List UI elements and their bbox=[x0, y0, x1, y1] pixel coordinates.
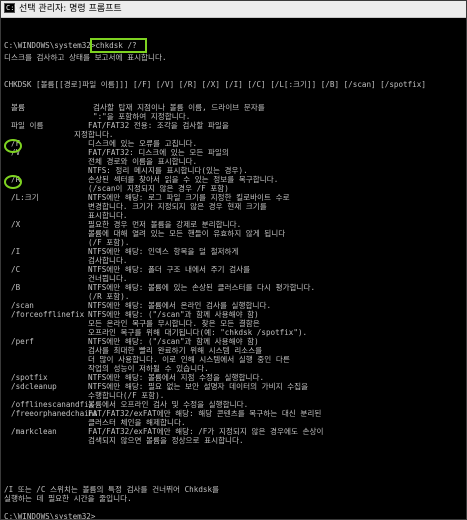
option-description-line: 검사할 탑재 지점이나 볼륨 이름, 드라이브 문자를 bbox=[93, 103, 265, 112]
option-description-line: 오프라인 복구를 위해 대기됩니다(예: "chkdsk /spotfix"). bbox=[88, 328, 308, 337]
intro-text: 디스크를 검사하고 상태를 보고서에 표시합니다. bbox=[4, 53, 167, 62]
option-description-line: 디스크에 있는 오류를 고칩니다. bbox=[88, 139, 198, 148]
option-description-line: NTFS에만 해당: 폴더 구조 내에서 주기 검사를 bbox=[88, 265, 251, 274]
option-flag: 파일 이름 bbox=[11, 121, 44, 130]
option-description-line: FAT/FAT32 전용: 조각을 검사할 파일을 bbox=[88, 121, 229, 130]
option-description-line: 검사합니다. bbox=[88, 256, 128, 265]
command-prompt: C:\WINDOWS\system32> bbox=[4, 41, 96, 50]
option-description-line: 손상된 섹터를 찾아서 읽을 수 있는 정보를 복구합니다. bbox=[88, 175, 279, 184]
option-description-line: 검색되지 않으면 볼륨을 정상으로 표시합니다. bbox=[88, 436, 244, 445]
footer-line-1: /I 또는 /C 스위치는 볼륨의 특정 검사를 건너뛰어 Chkdsk를 bbox=[4, 485, 220, 494]
flag-f-highlight-circle bbox=[4, 139, 22, 153]
window-title: 선택 관리자: 명령 프롬프트 bbox=[19, 4, 122, 14]
option-description-line: 클러스터 체인을 해제합니다. bbox=[88, 418, 186, 427]
footer-line-2: 실행하는 데 필요한 시간을 줄입니다. bbox=[4, 494, 132, 503]
option-description-line: 모든 온라인 복구를 무시합니다. 찾은 모든 결함은 bbox=[88, 319, 260, 328]
option-description-line: FAT/FAT32/exFAT에만 해당: /F가 지정되지 않은 경우에도 손… bbox=[88, 427, 324, 436]
option-description-line: 수행합니다(/F 포함). bbox=[88, 391, 165, 400]
option-description-line: 볼륨에 대해 열려 있는 모든 핸들이 유효하지 않게 됩니다 bbox=[88, 229, 286, 238]
option-flag: /C bbox=[11, 265, 21, 274]
option-description-line: NTFS: 정리 메시지를 표시합니다(있는 경우). bbox=[88, 166, 248, 175]
option-flag: /forceofflinefix bbox=[11, 310, 85, 319]
option-description-line: 표시합니다. bbox=[88, 211, 128, 220]
option-description-line: 검사를 최대한 빨리 완료하기 위해 시스템 리소스를 bbox=[88, 346, 263, 355]
option-description-line: 지정합니다. bbox=[74, 130, 114, 139]
option-description-line: NTFS에만 해당: 로그 파일 크기를 지정한 킬로바이트 수로 bbox=[88, 193, 290, 202]
option-flag: /freeorphanedchains bbox=[11, 409, 98, 418]
flag-r-highlight-circle bbox=[4, 175, 22, 189]
option-description-line: NTFS에만 해당: 볼륨에서 온라인 검사를 실행합니다. bbox=[88, 301, 272, 310]
option-flag: /sdcleanup bbox=[11, 382, 57, 391]
option-flag: /I bbox=[11, 247, 21, 256]
option-description-line: NTFS에만 해당: 필요 없는 보안 설명자 데이터의 가비지 수집을 bbox=[88, 382, 309, 391]
command-highlight-box bbox=[90, 38, 147, 53]
option-description-line: 볼륨에서 오프라인 검사 및 수정을 실행합니다. bbox=[88, 400, 249, 409]
option-description-line: NTFS에만 해당: ("/scan"과 함께 사용해야 함) bbox=[88, 310, 259, 319]
option-description-line: ":"을 포함하여 지정합니다. bbox=[93, 112, 191, 121]
option-description-line: FAT/FAT32/exFAT에만 해당: 해당 콘텐츠를 복구하는 대신 분리… bbox=[88, 409, 322, 418]
console-output[interactable]: C:\WINDOWS\system32>chkdsk /? 디스크를 검사하고 … bbox=[1, 18, 466, 520]
option-description-line: 변경합니다. 크기가 지정되지 않은 경우 현재 크기를 bbox=[88, 202, 267, 211]
option-description-line: NTFS에만 해당: 볼륨에 있는 손상된 클러스터를 다시 평가합니다. bbox=[88, 283, 316, 292]
final-prompt: C:\WINDOWS\system32> bbox=[4, 512, 96, 520]
option-description-line: 더 많이 사용합니다. 이로 인해 시스템에서 실행 중인 다른 bbox=[88, 355, 290, 364]
option-description-line: (/F 포함). bbox=[88, 238, 130, 247]
cmd-icon: C:\ bbox=[4, 3, 19, 13]
option-description-line: 건너뜁니다. bbox=[88, 274, 128, 283]
option-description-line: 필요한 경우 먼저 볼륨을 강제로 분리합니다. bbox=[88, 220, 242, 229]
option-flag: 볼륨 bbox=[11, 103, 25, 112]
command-prompt-window: C:\ 선택 관리자: 명령 프롬프트 C:\WINDOWS\system32>… bbox=[0, 0, 467, 520]
option-flag: /L:크기 bbox=[11, 193, 39, 202]
option-description-line: (/R 포함). bbox=[88, 292, 130, 301]
option-flag: /B bbox=[11, 283, 21, 292]
option-flag: /perf bbox=[11, 337, 34, 346]
option-flag: /markclean bbox=[11, 427, 57, 436]
option-flag: /offlinescanandfix bbox=[11, 400, 94, 409]
option-flag: /X bbox=[11, 220, 21, 229]
option-description-line: 전체 경로와 이름을 표시합니다. bbox=[88, 157, 198, 166]
option-description-line: NTFS에만 해당: 볼륨에서 지점 수정을 실행합니다. bbox=[88, 373, 265, 382]
option-description-line: (/scan이 지정되지 않은 경우 /F 포함) bbox=[88, 184, 229, 193]
usage-line: CHKDSK [볼륨[[경로]파일 이름]]] [/F] [/V] [/R] [… bbox=[4, 80, 426, 89]
option-description-line: NTFS에만 해당: 인덱스 항목을 덜 철저하게 bbox=[88, 247, 239, 256]
title-bar[interactable]: C:\ 선택 관리자: 명령 프롬프트 bbox=[1, 1, 466, 18]
option-description-line: FAT/FAT32: 디스크에 있는 모든 파일의 bbox=[88, 148, 229, 157]
option-flag: /scan bbox=[11, 301, 34, 310]
option-description-line: NTFS에만 해당: ("/scan"과 함께 사용해야 함) bbox=[88, 337, 259, 346]
option-description-line: 작업의 성능이 저하될 수 있습니다. bbox=[88, 364, 209, 373]
option-flag: /spotfix bbox=[11, 373, 48, 382]
